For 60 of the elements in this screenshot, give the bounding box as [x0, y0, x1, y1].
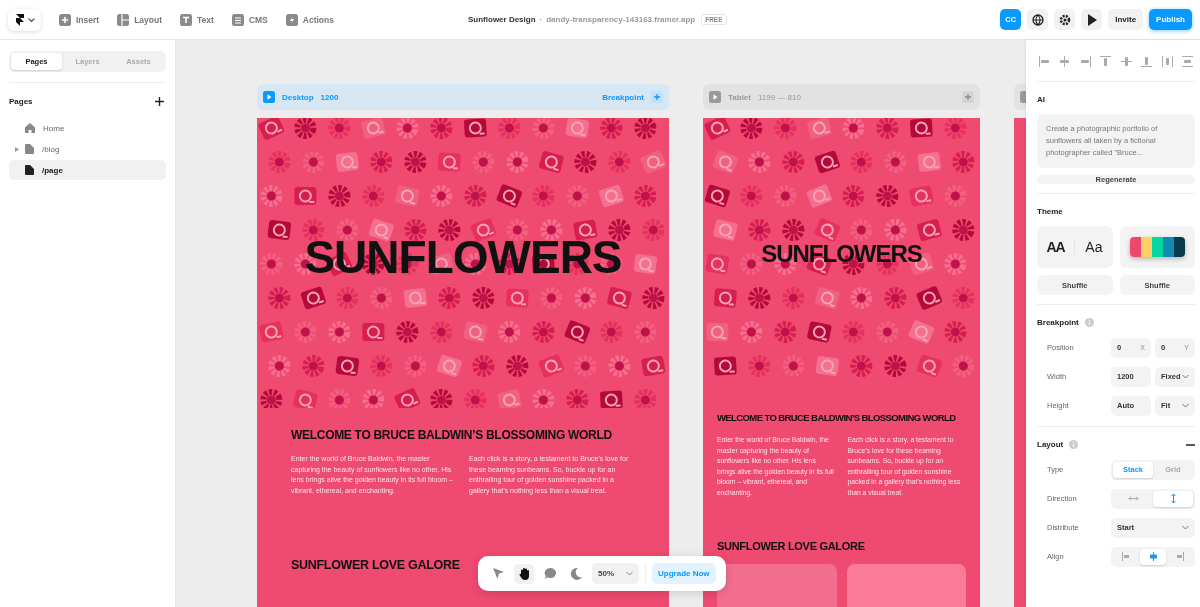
toolbar-item[interactable]: Layout	[111, 9, 169, 30]
hand-icon[interactable]	[514, 563, 534, 584]
plus-icon	[59, 13, 71, 26]
align-icon[interactable]	[1120, 56, 1132, 67]
info-icon[interactable]	[1069, 440, 1079, 449]
home-icon	[25, 123, 35, 133]
text-icon	[180, 13, 193, 26]
hero-title: SUNFLOWERS	[303, 234, 623, 281]
project-title: Sunflower Design	[468, 15, 536, 24]
caret-icon[interactable]	[15, 146, 19, 152]
document-icon	[25, 165, 34, 175]
section-heading: WELCOME TO BRUCE BALDWIN’S BLOSSOMING WORLD	[291, 428, 613, 442]
chevron-down-icon	[1182, 374, 1189, 379]
add-icon[interactable]	[155, 97, 164, 106]
section-heading: WELCOME TO BRUCE BALDWIN’S BLOSSOMING WORLD	[717, 412, 957, 423]
vertical-icon[interactable]	[1153, 490, 1193, 507]
logo-icon	[14, 13, 25, 26]
font-theme-card[interactable]: AA Aa	[1037, 226, 1113, 268]
font-sample: AA	[1037, 239, 1076, 255]
chevron-down-icon	[27, 17, 35, 22]
document-icon	[25, 144, 34, 154]
pages-heading: Pages	[9, 97, 33, 106]
hero-title: SUNFLOWERS	[760, 242, 923, 267]
align-icon[interactable]	[1039, 56, 1050, 67]
font-sample: Aa	[1084, 239, 1104, 255]
section-heading: SUNFLOWER LOVE GALORE	[291, 558, 461, 572]
layout-icon	[117, 13, 130, 26]
page-item[interactable]: /blog	[9, 139, 166, 159]
toolbar-item[interactable]: Actions	[279, 9, 340, 30]
chevron-down-icon	[1182, 403, 1189, 408]
bolt-icon	[285, 13, 298, 26]
page-item[interactable]: /page	[9, 160, 166, 180]
separator: ·	[539, 15, 543, 24]
color-theme-card[interactable]	[1119, 226, 1195, 268]
settings-icon[interactable]	[1054, 9, 1076, 30]
play-icon[interactable]	[1081, 9, 1103, 30]
align-icon[interactable]	[1181, 56, 1193, 67]
theme-heading: Theme	[1037, 207, 1064, 216]
center-icon[interactable]	[1139, 548, 1167, 565]
align-icon[interactable]	[1141, 56, 1153, 67]
page-item[interactable]: Home	[9, 118, 166, 138]
align-icon[interactable]	[1161, 56, 1173, 67]
globe-icon[interactable]	[1027, 9, 1049, 30]
chevron-down-icon	[1182, 525, 1189, 530]
align-icon[interactable]	[1100, 56, 1112, 67]
invite-button[interactable]: Invite	[1108, 9, 1144, 30]
database-icon	[231, 13, 244, 26]
layout-heading: Layout	[1037, 440, 1064, 449]
chevron-down-icon	[626, 571, 633, 576]
align-icon[interactable]	[1079, 56, 1091, 67]
toolbar-item[interactable]: Insert	[53, 9, 106, 30]
section-heading: SUNFLOWER LOVE GALORE	[717, 540, 866, 553]
toolbar-item[interactable]: Text	[174, 9, 220, 30]
ai-heading: AI	[1037, 95, 1046, 104]
align-icon[interactable]	[1059, 56, 1071, 67]
breakpoint-heading: Breakpoint	[1037, 318, 1079, 327]
collapse-icon[interactable]	[1186, 443, 1195, 446]
info-icon[interactable]	[1084, 318, 1094, 327]
toolbar-item[interactable]: CMS	[225, 9, 274, 30]
zoom-dropdown[interactable]: 50%	[592, 563, 639, 584]
